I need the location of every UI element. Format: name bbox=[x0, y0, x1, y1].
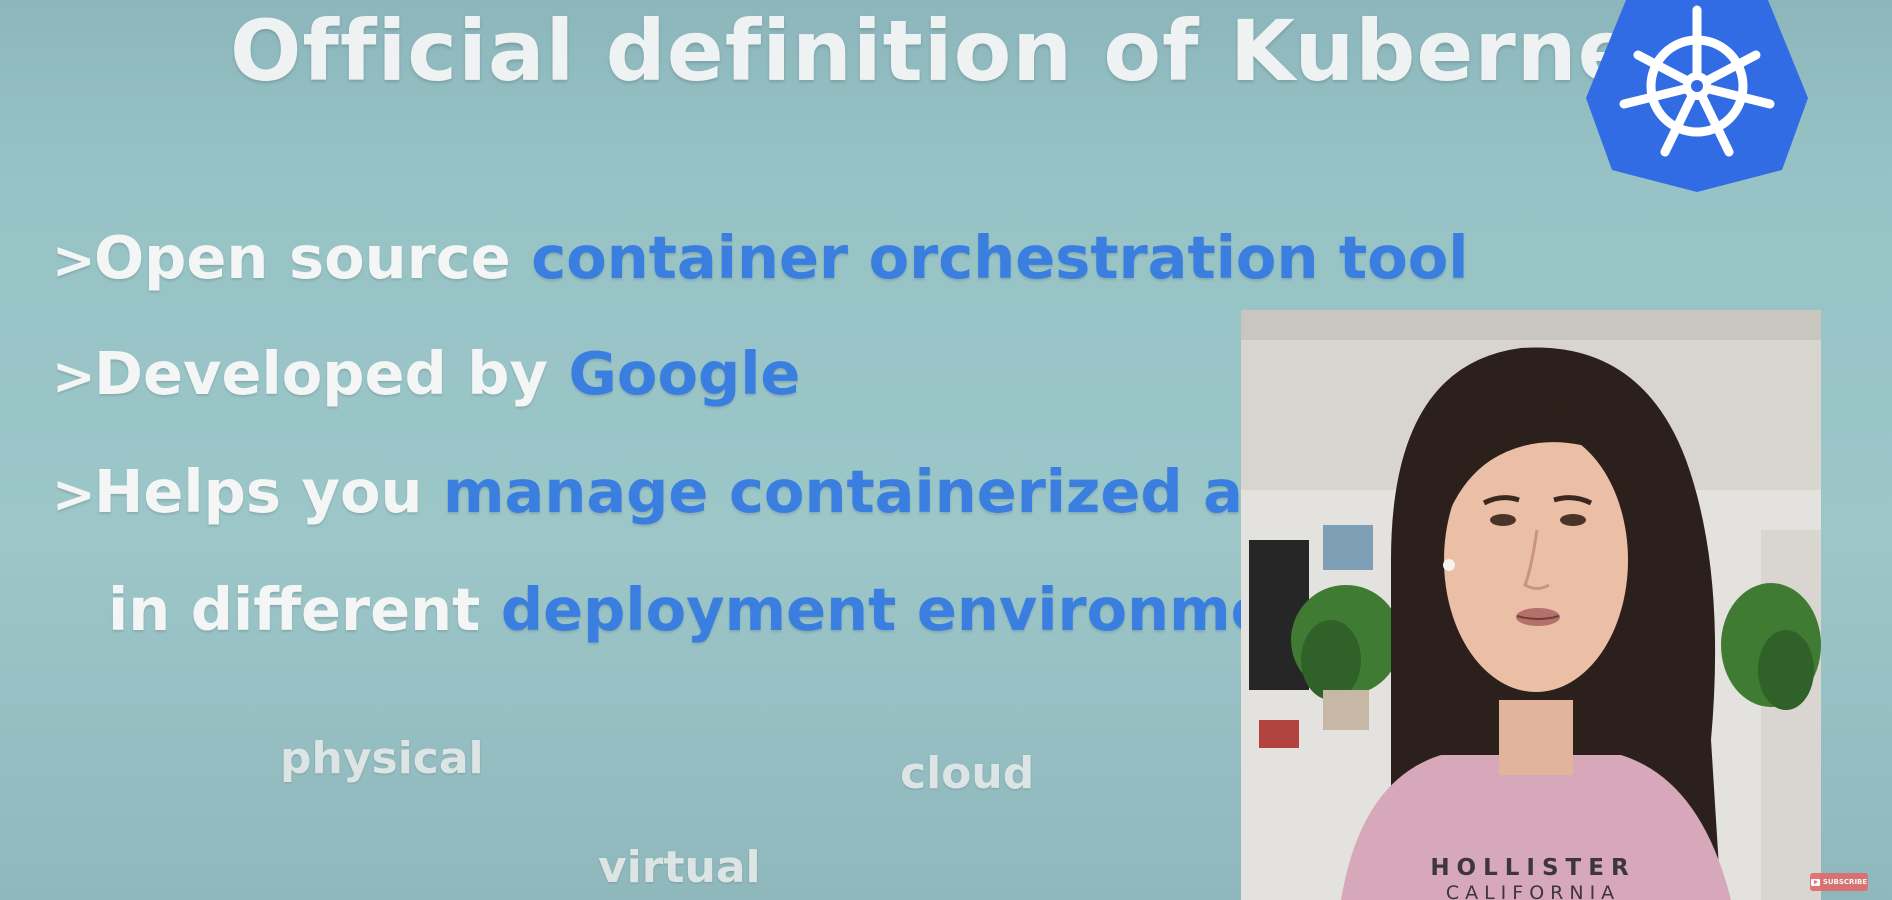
bullet-arrow: > bbox=[52, 347, 96, 407]
subscribe-label: SUBSCRIBE bbox=[1822, 878, 1868, 886]
bullet-highlight-text: Google bbox=[568, 339, 801, 408]
kubernetes-logo-icon bbox=[1586, 0, 1808, 192]
youtube-play-icon bbox=[1810, 878, 1820, 886]
bullet-developed-by: >Developed by Google bbox=[52, 338, 800, 413]
subscribe-button[interactable]: SUBSCRIBE bbox=[1810, 873, 1868, 891]
bullet-plain-text: Developed by bbox=[94, 339, 569, 408]
bullet-highlight-text: container orchestration tool bbox=[531, 223, 1469, 292]
presenter-webcam-video: HOLLISTER CALIFORNIA bbox=[1241, 310, 1821, 900]
bullet-open-source: >Open source container orchestration too… bbox=[52, 222, 1469, 297]
bullet-plain-text: in different bbox=[108, 575, 501, 644]
slide-title: Official definition of Kubernetes bbox=[230, 2, 1786, 100]
bullet-continuation: in different deployment environments bbox=[108, 574, 1376, 646]
bullet-arrow: > bbox=[52, 465, 96, 525]
environment-physical: physical bbox=[280, 733, 484, 784]
bullet-plain-text: Open source bbox=[94, 223, 532, 292]
bullet-plain-text: Helps you bbox=[94, 457, 444, 526]
shirt-text-line1: HOLLISTER bbox=[1430, 855, 1635, 881]
shirt-text-line2: CALIFORNIA bbox=[1446, 882, 1620, 900]
environment-virtual: virtual bbox=[598, 842, 761, 893]
bullet-arrow: > bbox=[52, 231, 96, 291]
environment-cloud: cloud bbox=[900, 748, 1035, 799]
